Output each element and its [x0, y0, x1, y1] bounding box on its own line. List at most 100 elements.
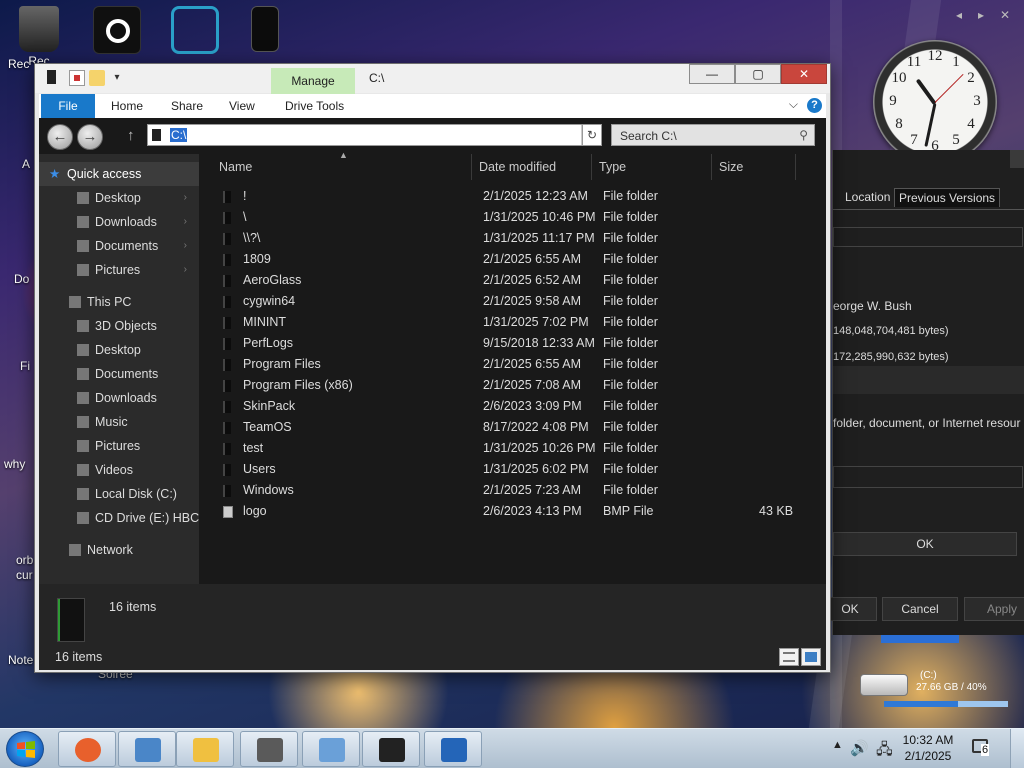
- file-row[interactable]: \ 1/31/2025 10:46 PM File folder: [199, 207, 795, 228]
- taskbar-remote-desktop-button[interactable]: [118, 731, 176, 767]
- column-date-modified[interactable]: Date modified: [479, 154, 556, 180]
- steam-shortcut[interactable]: [82, 6, 152, 56]
- file-name: \: [243, 210, 247, 224]
- file-row[interactable]: logo 2/6/2023 4:13 PM BMP File 43 KB: [199, 501, 795, 522]
- maximize-button[interactable]: ▢: [735, 64, 781, 84]
- tab-previous-versions[interactable]: Previous Versions: [894, 188, 1001, 207]
- notification-center-button[interactable]: 6: [972, 739, 994, 757]
- cheat-engine-shortcut[interactable]: [160, 6, 230, 56]
- column-type[interactable]: Type: [599, 154, 626, 180]
- apply-button[interactable]: Apply: [964, 597, 1024, 621]
- tab-drive-tools[interactable]: Drive Tools: [285, 94, 344, 118]
- taskbar-control-panel-button[interactable]: [302, 731, 360, 767]
- network-icon[interactable]: 🖧: [876, 739, 893, 764]
- new-folder-qat-icon[interactable]: [89, 70, 105, 86]
- search-placeholder: Search C:\: [620, 129, 677, 143]
- desktop-label-fi: Fi: [20, 359, 30, 373]
- folder-icon: [223, 191, 231, 203]
- tab-file[interactable]: File: [41, 94, 95, 118]
- minimize-button[interactable]: —: [689, 64, 735, 84]
- file-row[interactable]: \\?\ 1/31/2025 11:17 PM File folder: [199, 228, 795, 249]
- tray-overflow-icon[interactable]: ▲: [832, 739, 843, 751]
- gadget-prev-button[interactable]: ◂: [956, 8, 962, 22]
- prompt-input[interactable]: [833, 466, 1023, 488]
- ok-button[interactable]: OK: [823, 597, 877, 621]
- tab-location[interactable]: Location: [845, 190, 890, 204]
- tab-view[interactable]: View: [229, 94, 255, 118]
- file-row[interactable]: AeroGlass 2/1/2025 6:52 AM File folder: [199, 270, 795, 291]
- nav-pc-3d-objects[interactable]: 3D Objects: [39, 314, 199, 338]
- address-bar[interactable]: C:\ ⌵: [147, 124, 600, 146]
- nav-quick-access[interactable]: ★ Quick access: [39, 162, 199, 186]
- tab-share[interactable]: Share: [171, 94, 203, 118]
- address-text[interactable]: C:\: [170, 128, 188, 142]
- clock-gadget: 12 1 2 3 4 5 6 7 8 9 10 11: [873, 40, 997, 164]
- tab-home[interactable]: Home: [111, 94, 143, 118]
- file-row[interactable]: cygwin64 2/1/2025 9:58 AM File folder: [199, 291, 795, 312]
- nav-pc-music[interactable]: Music: [39, 410, 199, 434]
- gadget-close-button[interactable]: ✕: [1000, 8, 1010, 22]
- properties-field[interactable]: [833, 227, 1023, 247]
- gadget-next-button[interactable]: ▸: [978, 8, 984, 22]
- nav-quick-pictures[interactable]: Pictures ›: [39, 258, 199, 282]
- nav-pc-local-disk-c[interactable]: Local Disk (C:): [39, 482, 199, 506]
- start-button[interactable]: [6, 731, 44, 767]
- nav-pc-documents[interactable]: Documents: [39, 362, 199, 386]
- nav-network[interactable]: Network: [39, 538, 199, 562]
- search-box[interactable]: Search C:\ ⚲: [611, 124, 815, 146]
- forward-button[interactable]: →: [77, 124, 103, 150]
- taskbar-clock[interactable]: 10:32 AM 2/1/2025: [898, 732, 958, 764]
- nav-quick-documents[interactable]: Documents ›: [39, 234, 199, 258]
- nav-pc-desktop[interactable]: Desktop: [39, 338, 199, 362]
- help-icon[interactable]: ?: [807, 98, 822, 113]
- taskbar-firefox-button[interactable]: [58, 731, 116, 767]
- taskbar-file-explorer-button[interactable]: [176, 731, 234, 767]
- details-view-button[interactable]: [779, 648, 799, 666]
- nav-pc-cd-drive-e-hbcd[interactable]: CD Drive (E:) HBCD_: [39, 506, 215, 530]
- file-row[interactable]: MININT 1/31/2025 7:02 PM File folder: [199, 312, 795, 333]
- qat-customize-icon[interactable]: ▾: [109, 70, 125, 86]
- show-desktop-button[interactable]: [1010, 729, 1024, 768]
- file-row[interactable]: Windows 2/1/2025 7:23 AM File folder: [199, 480, 795, 501]
- tab-manage[interactable]: Manage: [271, 68, 355, 94]
- file-row[interactable]: SkinPack 2/6/2023 3:09 PM File folder: [199, 396, 795, 417]
- file-row[interactable]: TeamOS 8/17/2022 4:08 PM File folder: [199, 417, 795, 438]
- refresh-button[interactable]: ↻: [582, 124, 602, 146]
- nav-quick-downloads[interactable]: Downloads ›: [39, 210, 199, 234]
- file-row[interactable]: ! 2/1/2025 12:23 AM File folder: [199, 186, 795, 207]
- up-button[interactable]: ↑: [127, 127, 135, 144]
- file-row[interactable]: Program Files (x86) 2/1/2025 7:08 AM File …: [199, 375, 795, 396]
- file-row[interactable]: Users 1/31/2025 6:02 PM File folder: [199, 459, 795, 480]
- volume-icon[interactable]: 🔊: [850, 739, 869, 757]
- column-name[interactable]: Name: [219, 154, 252, 180]
- taskbar-time: 10:32 AM: [902, 733, 954, 747]
- ribbon: File Home Share View Drive Tools ⌵ ?: [39, 94, 826, 118]
- properties-progress-bar: [881, 635, 959, 643]
- nav-pc-pictures[interactable]: Pictures: [39, 434, 199, 458]
- nav-pc-downloads[interactable]: Downloads: [39, 386, 199, 410]
- drive-gadget-label: (C:): [920, 670, 937, 681]
- nav-pc-videos[interactable]: Videos: [39, 458, 199, 482]
- status-item-count: 16 items: [55, 650, 103, 664]
- properties-close-button[interactable]: [1010, 150, 1024, 168]
- nav-quick-desktop[interactable]: Desktop ›: [39, 186, 199, 210]
- taskbar-terminal-button[interactable]: [362, 731, 420, 767]
- file-row[interactable]: test 1/31/2025 10:26 PM File folder: [199, 438, 795, 459]
- file-row[interactable]: 1809 2/1/2025 6:55 AM File folder: [199, 249, 795, 270]
- close-button[interactable]: ✕: [781, 64, 827, 84]
- column-size[interactable]: Size: [719, 154, 743, 180]
- ok-large-button[interactable]: OK: [833, 532, 1017, 556]
- large-icons-view-button[interactable]: [801, 648, 821, 666]
- clock-number-3: 3: [973, 93, 981, 109]
- file-row[interactable]: PerfLogs 9/15/2018 12:33 AM File folder: [199, 333, 795, 354]
- ribbon-expand-icon[interactable]: ⌵: [789, 97, 798, 112]
- nav-this-pc[interactable]: This PC: [39, 290, 199, 314]
- taskbar-notepad-button[interactable]: [240, 731, 298, 767]
- cancel-button[interactable]: Cancel: [882, 597, 958, 621]
- file-row[interactable]: Program Files 2/1/2025 6:55 AM File folder: [199, 354, 795, 375]
- taskbar-powershell-button[interactable]: [424, 731, 482, 767]
- cd-drive-e-hbcd-icon: [77, 512, 89, 524]
- properties-qat-icon[interactable]: [69, 70, 85, 86]
- back-button[interactable]: ←: [47, 124, 73, 150]
- drive-shortcut[interactable]: [230, 6, 300, 54]
